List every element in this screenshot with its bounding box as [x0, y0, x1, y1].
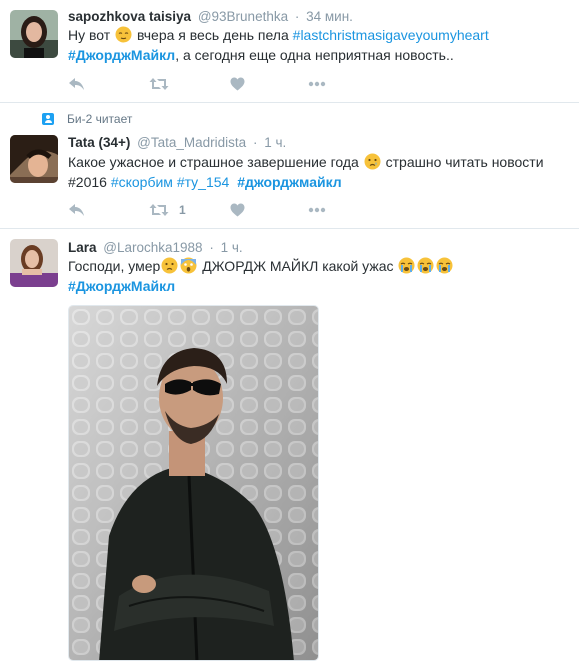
hashtag-link[interactable]: #скорбим: [111, 174, 173, 190]
hashtag-link[interactable]: #ту_154: [177, 174, 230, 190]
more-icon: [308, 207, 326, 213]
tweet-text-part: #2016: [68, 173, 107, 190]
retweet-icon: [149, 78, 169, 90]
separator-dot: ·: [209, 240, 214, 255]
separator-dot: ·: [294, 9, 300, 24]
like-button[interactable]: [230, 74, 245, 94]
tweet-text-part: страшно читать новости: [385, 154, 544, 170]
retweet-button[interactable]: [149, 74, 179, 94]
like-button[interactable]: [230, 200, 245, 220]
username[interactable]: @93Brunethka: [198, 9, 288, 24]
username[interactable]: @Larochka1988: [103, 240, 202, 255]
tweet-text-part: ДЖОРДЖ МАЙКЛ какой ужас: [202, 258, 394, 274]
tweet-2[interactable]: Tata (34+) @Tata_Madridista · 1 ч. Какое…: [0, 103, 579, 224]
tweet-actions: 1: [68, 200, 368, 220]
timestamp[interactable]: 34 мин.: [306, 9, 353, 24]
display-name[interactable]: sapozhkova taisiya: [68, 9, 191, 24]
avatar[interactable]: [10, 239, 58, 287]
hashtag-link[interactable]: #ДжорджМайкл: [68, 278, 175, 294]
like-icon: [230, 203, 245, 217]
separator-dot: ·: [252, 135, 258, 150]
hashtag-link[interactable]: #ДжорджМайкл: [68, 47, 175, 63]
retweet-icon: [149, 204, 169, 216]
tweet-actions: [68, 74, 368, 94]
loudly-crying-face-emoji-icon: [398, 257, 415, 274]
reply-icon: [69, 78, 84, 90]
tweet-text: Ну вот вчера я весь день пела #lastchris…: [68, 26, 568, 65]
tweet-header: Lara @Larochka1988 · 1 ч.: [68, 239, 243, 257]
retweet-count: 1: [179, 203, 186, 217]
reply-button[interactable]: [68, 74, 85, 94]
display-name[interactable]: Tata (34+): [68, 135, 130, 150]
tweet-text: Какое ужасное и страшное завершение года…: [68, 153, 568, 192]
avatar[interactable]: [10, 135, 58, 183]
timestamp[interactable]: 1 ч.: [264, 135, 286, 150]
sad-face-emoji-icon: [161, 257, 178, 274]
tweet-1[interactable]: sapozhkova taisiya @93Brunethka · 34 мин…: [0, 0, 579, 101]
more-button[interactable]: [308, 74, 326, 94]
more-button[interactable]: [308, 200, 326, 220]
like-icon: [230, 77, 245, 91]
tweet-text-part: Ну вот: [68, 27, 111, 43]
relieved-face-emoji-icon: [115, 26, 132, 43]
screaming-face-emoji-icon: [180, 257, 197, 274]
hashtag-link[interactable]: #джорджмайкл: [237, 174, 341, 190]
crying-face-emoji-icon: [364, 153, 381, 170]
avatar[interactable]: [10, 10, 58, 58]
tweet-text-part: вчера я весь день пела: [136, 27, 289, 43]
retweet-button[interactable]: 1: [149, 200, 186, 220]
display-name[interactable]: Lara: [68, 240, 97, 255]
loudly-crying-face-emoji-icon: [436, 257, 453, 274]
tweet-header: sapozhkova taisiya @93Brunethka · 34 мин…: [68, 8, 353, 26]
tweet-photo[interactable]: [68, 305, 319, 661]
tweet-text-part: Господи, умер: [68, 258, 161, 274]
tweet-text-part: , а сегодня еще одна неприятная новость.…: [175, 46, 454, 63]
more-icon: [308, 81, 326, 87]
username[interactable]: @Tata_Madridista: [137, 135, 246, 150]
loudly-crying-face-emoji-icon: [417, 257, 434, 274]
hashtag-link[interactable]: #lastchristmasigaveyoumyheart: [293, 27, 489, 43]
reply-icon: [69, 204, 84, 216]
reply-button[interactable]: [68, 200, 85, 220]
tweet-text: Господи, умер ДЖОРДЖ МАЙКЛ какой ужас #Д…: [68, 257, 568, 296]
timestamp[interactable]: 1 ч.: [221, 240, 243, 255]
tweet-text-part: Какое ужасное и страшное завершение года: [68, 154, 359, 170]
tweet-header: Tata (34+) @Tata_Madridista · 1 ч.: [68, 134, 286, 152]
